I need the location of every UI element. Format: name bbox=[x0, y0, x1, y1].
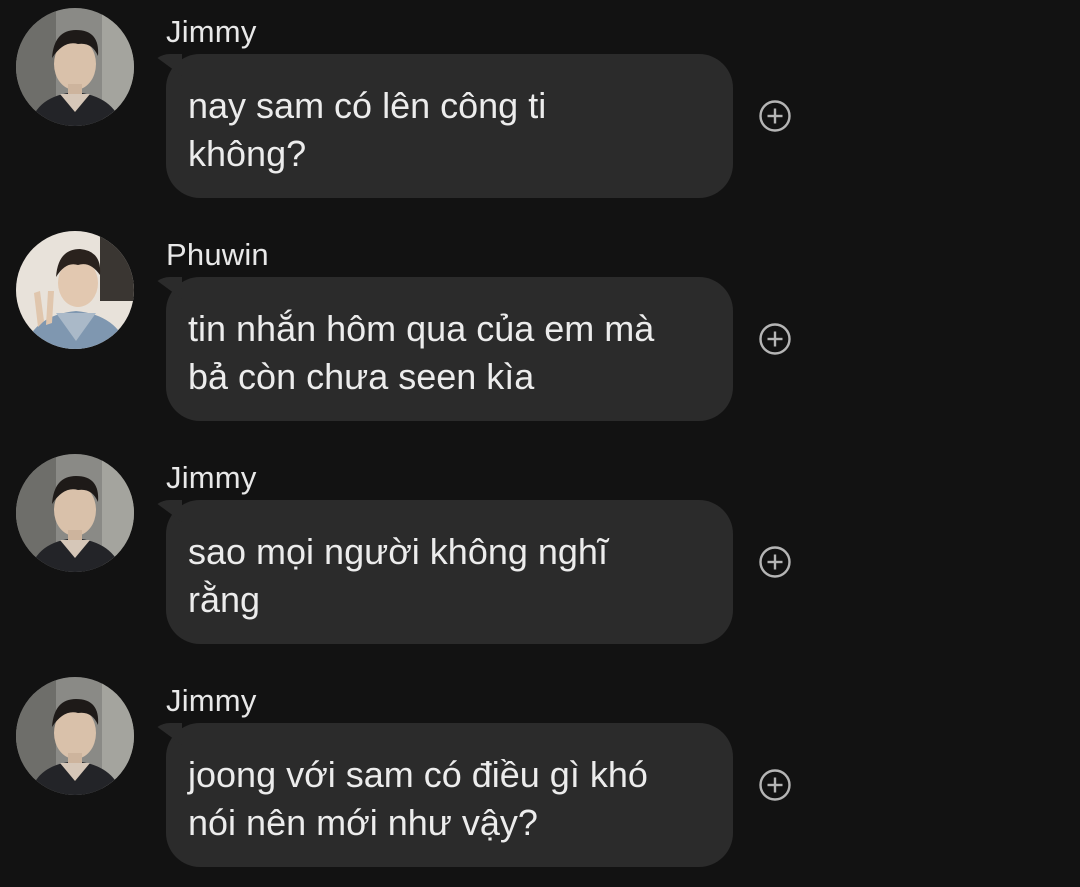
sender-name: Jimmy bbox=[166, 14, 257, 49]
sender-name: Jimmy bbox=[166, 460, 257, 495]
add-reaction-icon bbox=[759, 323, 791, 355]
add-reaction-icon bbox=[759, 546, 791, 578]
add-reaction-button[interactable] bbox=[757, 98, 793, 134]
jimmy-avatar-image bbox=[16, 454, 134, 572]
avatar[interactable] bbox=[16, 8, 134, 126]
jimmy-avatar-image bbox=[16, 677, 134, 795]
sender-name: Phuwin bbox=[166, 237, 269, 272]
message-bubble[interactable]: sao mọi người không nghĩ rằng bbox=[166, 500, 733, 644]
sender-name: Jimmy bbox=[166, 683, 257, 718]
message-text: sao mọi người không nghĩ rằng bbox=[188, 531, 608, 620]
add-reaction-button[interactable] bbox=[757, 321, 793, 357]
message-text: joong với sam có điều gì khó nói nên mới… bbox=[188, 754, 648, 843]
message-row: Jimmy sao mọi người không nghĩ rằng bbox=[0, 446, 1080, 646]
message-bubble[interactable]: tin nhắn hôm qua của em mà bả còn chưa s… bbox=[166, 277, 733, 421]
add-reaction-icon bbox=[759, 100, 791, 132]
message-row: Jimmy nay sam có lên công ti không? bbox=[0, 0, 1080, 200]
message-row: Jimmy joong với sam có điều gì khó nói n… bbox=[0, 669, 1080, 869]
message-text: tin nhắn hôm qua của em mà bả còn chưa s… bbox=[188, 308, 655, 397]
add-reaction-icon bbox=[759, 769, 791, 801]
phuwin-avatar-image bbox=[16, 231, 134, 349]
message-text: nay sam có lên công ti không? bbox=[188, 85, 547, 174]
message-row: Phuwin tin nhắn hôm qua của em mà bả còn… bbox=[0, 223, 1080, 423]
avatar[interactable] bbox=[16, 677, 134, 795]
add-reaction-button[interactable] bbox=[757, 767, 793, 803]
avatar[interactable] bbox=[16, 454, 134, 572]
message-bubble[interactable]: joong với sam có điều gì khó nói nên mới… bbox=[166, 723, 733, 867]
add-reaction-button[interactable] bbox=[757, 544, 793, 580]
jimmy-avatar-image bbox=[16, 8, 134, 126]
message-bubble[interactable]: nay sam có lên công ti không? bbox=[166, 54, 733, 198]
avatar[interactable] bbox=[16, 231, 134, 349]
